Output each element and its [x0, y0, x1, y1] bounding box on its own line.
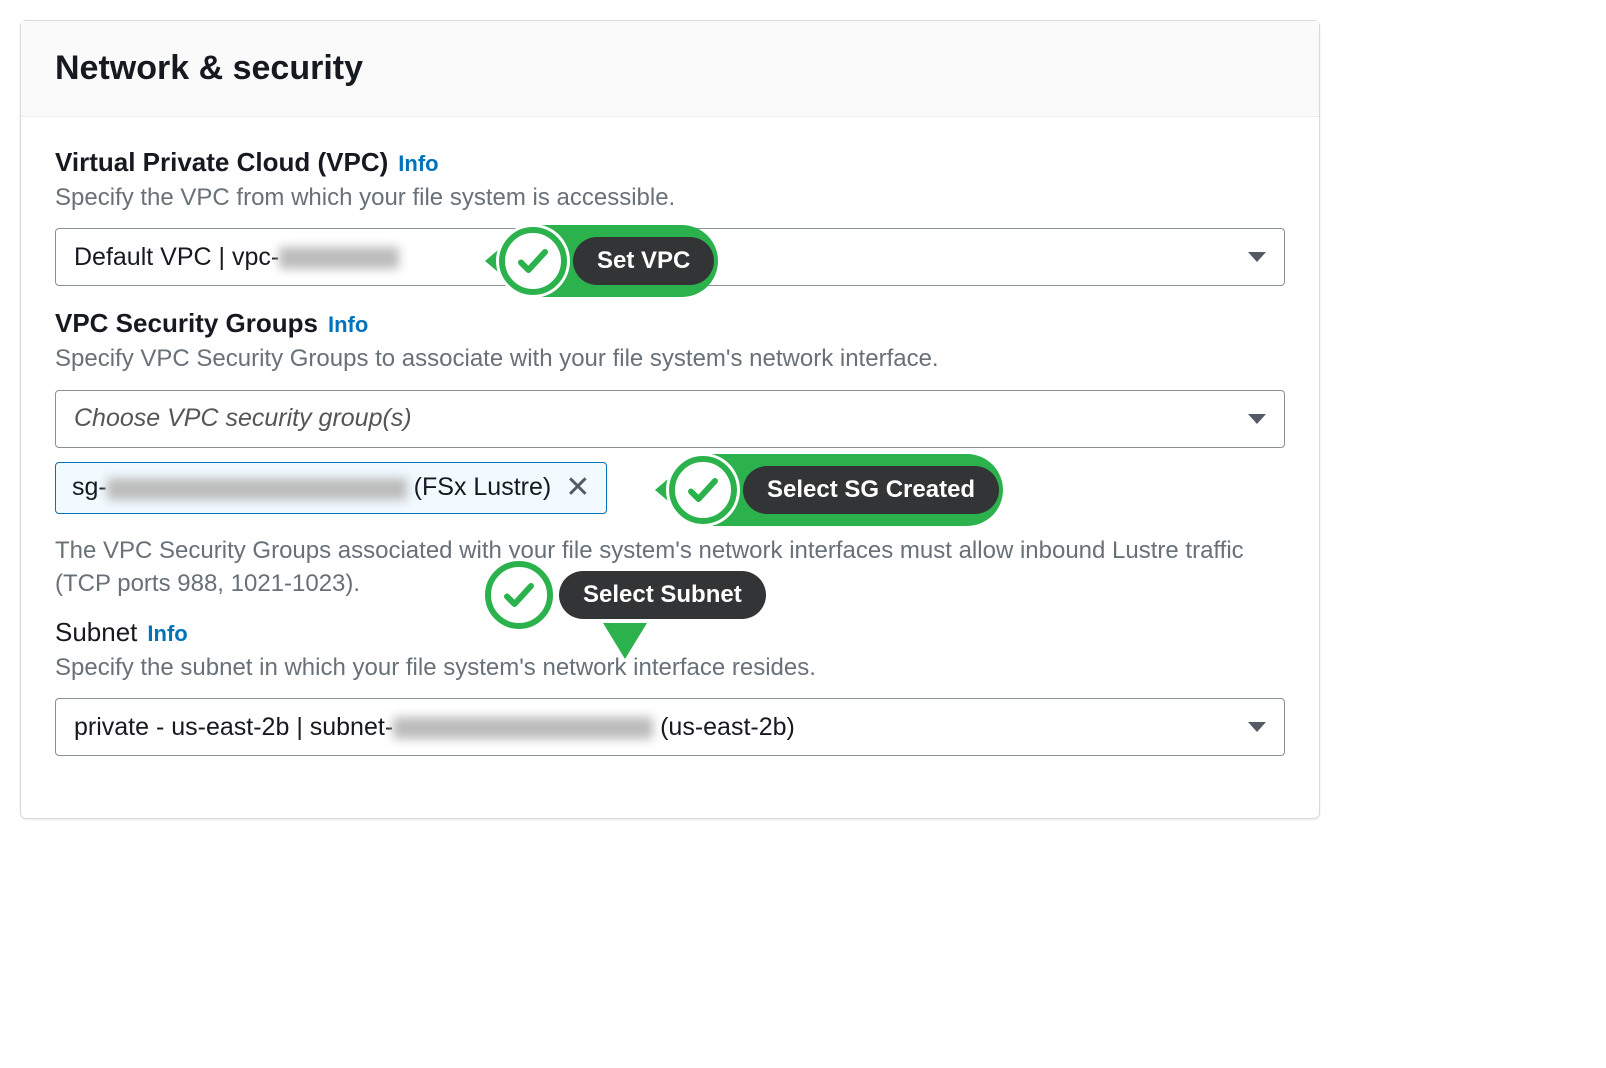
chevron-down-icon — [1248, 252, 1266, 262]
subnet-desc: Specify the subnet in which your file sy… — [55, 652, 1285, 684]
sg-info-link[interactable]: Info — [328, 312, 368, 338]
vpc-select[interactable]: Default VPC | vpc-xxxx — [55, 228, 1285, 286]
sg-id-redacted: xxxxxxxxxxxxxxxx — [107, 478, 407, 500]
subnet-id-redacted: xxxxxxxxxxxxx — [393, 717, 653, 739]
subnet-label: Subnet — [55, 617, 137, 648]
sg-label: VPC Security Groups — [55, 308, 318, 339]
subnet-select[interactable]: private - us-east-2b | subnet-xxxxxxxxxx… — [55, 698, 1285, 756]
sg-select[interactable]: Choose VPC security group(s) — [55, 390, 1285, 448]
panel-title: Network & security — [55, 49, 1285, 88]
vpc-id-redacted: xxxx — [279, 247, 399, 269]
annotation-select-sg-label: Select SG Created — [743, 466, 999, 514]
annotation-select-sg: Select SG Created — [655, 454, 1003, 526]
panel-body: Virtual Private Cloud (VPC) Info Specify… — [21, 117, 1319, 818]
sg-help-text: The VPC Security Groups associated with … — [55, 534, 1285, 601]
sg-token: sg-xxxxxxxxxxxxxxxx (FSx Lustre) ✕ — [55, 462, 607, 514]
panel-header: Network & security — [21, 21, 1319, 117]
sg-desc: Specify VPC Security Groups to associate… — [55, 343, 1285, 375]
close-icon[interactable]: ✕ — [565, 473, 590, 503]
subnet-field: Select Subnet Subnet Info Specify the su… — [55, 617, 1285, 756]
subnet-info-link[interactable]: Info — [147, 621, 187, 647]
sg-field: VPC Security Groups Info Specify VPC Sec… — [55, 308, 1285, 601]
sg-token-text: sg-xxxxxxxxxxxxxxxx (FSx Lustre) — [72, 473, 551, 502]
network-security-panel: Network & security Virtual Private Cloud… — [20, 20, 1320, 819]
vpc-label: Virtual Private Cloud (VPC) — [55, 147, 388, 178]
sg-select-placeholder: Choose VPC security group(s) — [74, 404, 412, 433]
check-icon — [669, 456, 737, 524]
vpc-info-link[interactable]: Info — [398, 151, 438, 177]
vpc-field: Virtual Private Cloud (VPC) Info Specify… — [55, 147, 1285, 286]
vpc-desc: Specify the VPC from which your file sys… — [55, 182, 1285, 214]
chevron-down-icon — [1248, 722, 1266, 732]
chevron-down-icon — [1248, 414, 1266, 424]
vpc-select-value: Default VPC | vpc-xxxx — [74, 243, 399, 272]
subnet-select-value: private - us-east-2b | subnet-xxxxxxxxxx… — [74, 713, 795, 742]
